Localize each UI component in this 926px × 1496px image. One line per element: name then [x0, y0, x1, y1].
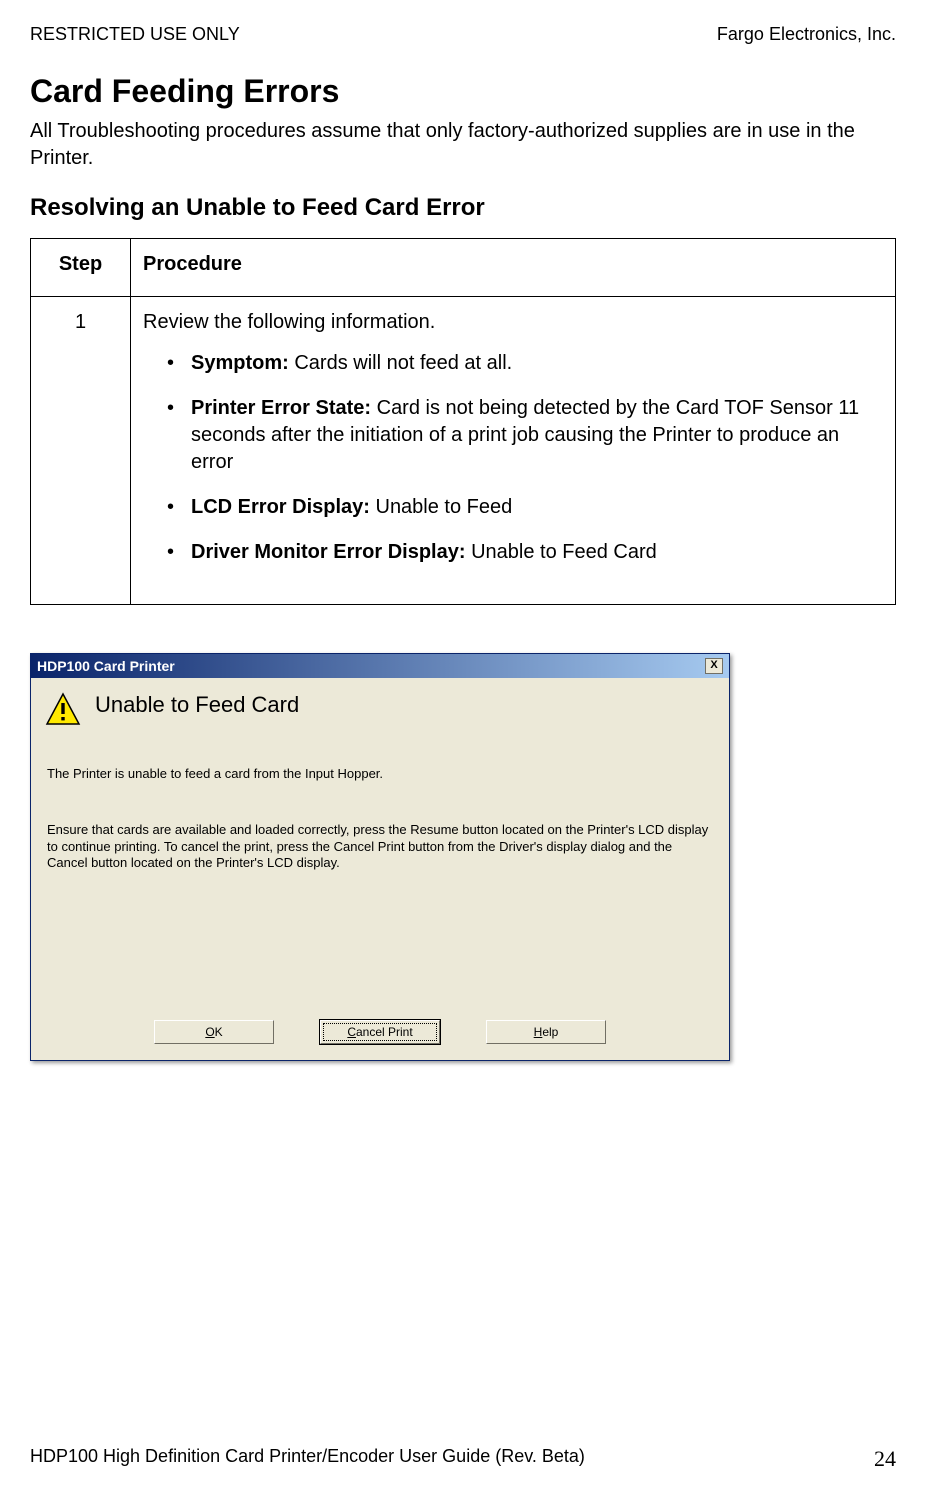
procedure-cell: Review the following information. Sympto… [131, 297, 896, 605]
warning-icon [45, 692, 81, 728]
page-footer: HDP100 High Definition Card Printer/Enco… [30, 1446, 896, 1472]
col-header-procedure: Procedure [131, 239, 896, 297]
dialog-titlebar[interactable]: HDP100 Card Printer X [31, 654, 729, 678]
dialog-error-title: Unable to Feed Card [95, 692, 299, 718]
ok-button[interactable]: OK [154, 1020, 274, 1044]
dialog-body-line-1: The Printer is unable to feed a card fro… [47, 766, 715, 782]
symptom-label: Symptom: [191, 352, 289, 374]
col-header-step: Step [31, 239, 131, 297]
page-title: Card Feeding Errors [30, 73, 896, 110]
dialog-body: Unable to Feed Card The Printer is unabl… [31, 678, 729, 1060]
drv-label: Driver Monitor Error Display: [191, 541, 466, 563]
section-heading: Resolving an Unable to Feed Card Error [30, 194, 896, 222]
lcd-text: Unable to Feed [370, 496, 512, 518]
drv-text: Unable to Feed Card [466, 541, 657, 563]
table-header-row: Step Procedure [31, 239, 896, 297]
intro-text: All Troubleshooting procedures assume th… [30, 118, 896, 172]
step-number: 1 [31, 297, 131, 605]
dialog-text: The Printer is unable to feed a card fro… [47, 766, 715, 1016]
dialog-header-row: Unable to Feed Card [45, 692, 715, 728]
review-line: Review the following information. [143, 311, 883, 334]
page-header: RESTRICTED USE ONLY Fargo Electronics, I… [30, 24, 896, 45]
bullet-symptom: Symptom: Cards will not feed at all. [167, 350, 883, 377]
procedure-table: Step Procedure 1 Review the following in… [30, 238, 896, 605]
page-number: 24 [874, 1446, 896, 1472]
header-right: Fargo Electronics, Inc. [717, 24, 896, 45]
symptom-text: Cards will not feed at all. [289, 352, 512, 374]
dialog-title: HDP100 Card Printer [37, 658, 175, 674]
close-icon[interactable]: X [705, 658, 723, 674]
dialog-body-line-2: Ensure that cards are available and load… [47, 822, 715, 871]
header-left: RESTRICTED USE ONLY [30, 24, 240, 45]
cancel-print-button[interactable]: Cancel Print [320, 1020, 440, 1044]
footer-left: HDP100 High Definition Card Printer/Enco… [30, 1446, 585, 1472]
dialog-screenshot: HDP100 Card Printer X Unable to Feed Car… [30, 653, 896, 1061]
lcd-label: LCD Error Display: [191, 496, 370, 518]
dialog-button-row: OK Cancel Print Help [45, 1020, 715, 1044]
dialog-window: HDP100 Card Printer X Unable to Feed Car… [30, 653, 730, 1061]
bullet-driver-monitor: Driver Monitor Error Display: Unable to … [167, 539, 883, 566]
pes-label: Printer Error State: [191, 397, 371, 419]
table-row: 1 Review the following information. Symp… [31, 297, 896, 605]
help-button[interactable]: Help [486, 1020, 606, 1044]
bullet-lcd-error: LCD Error Display: Unable to Feed [167, 494, 883, 521]
bullet-printer-error-state: Printer Error State: Card is not being d… [167, 395, 883, 476]
